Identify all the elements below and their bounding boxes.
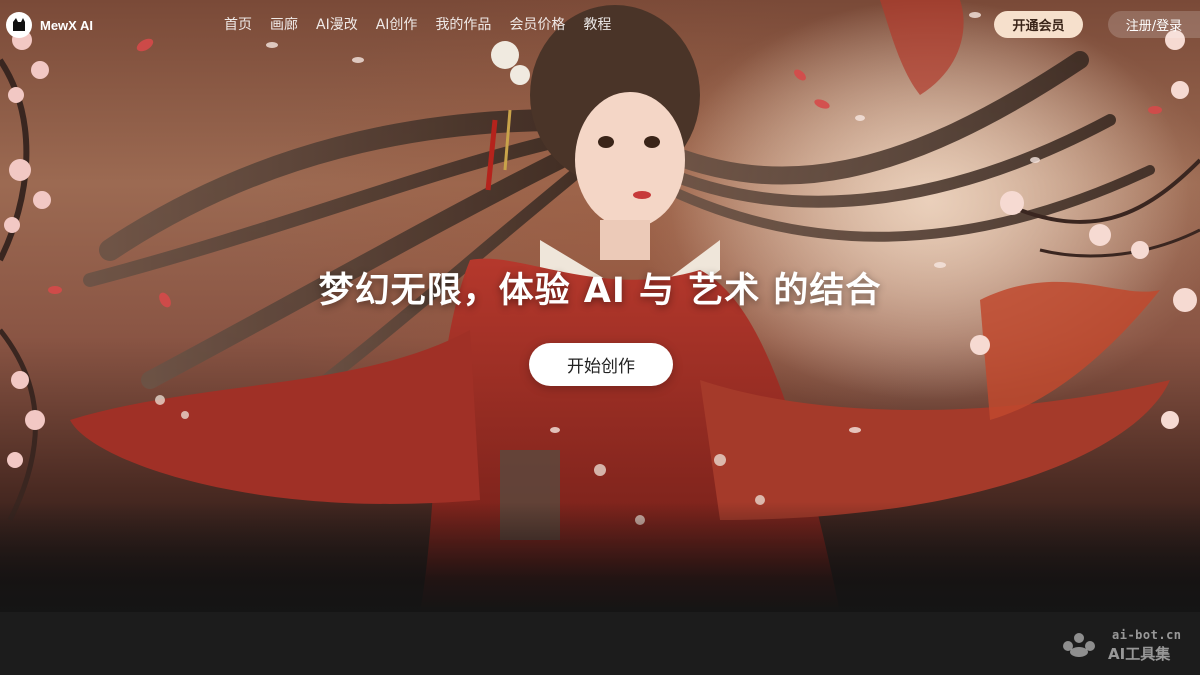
watermark-url: ai-bot.cn [1112,628,1182,642]
page: MewX AI 首页 画廊 AI漫改 AI创作 我的作品 会员价格 教程 开通会… [0,0,1200,675]
main-nav: 首页 画廊 AI漫改 AI创作 我的作品 会员价格 教程 [224,16,611,34]
nav-link-tutorial[interactable]: 教程 [583,16,611,34]
vip-subscribe-button[interactable]: 开通会员 [994,11,1083,38]
hero-headline: 梦幻无限，体验 AI 与 艺术 的结合 [318,271,882,311]
start-creating-button[interactable]: 开始创作 [529,343,673,386]
paw-logo-icon [1063,633,1095,657]
register-login-button[interactable]: 注册/登录 [1108,11,1200,38]
nav-link-home[interactable]: 首页 [224,16,252,34]
watermark-name: AI工具集 [1108,645,1171,663]
top-navbar: MewX AI 首页 画廊 AI漫改 AI创作 我的作品 会员价格 教程 开通会… [0,0,1200,52]
brand-logo[interactable]: MewX AI [6,12,93,38]
nav-link-my-works[interactable]: 我的作品 [435,16,491,34]
nav-link-ai-create[interactable]: AI创作 [376,16,418,34]
cat-logo-icon [6,12,32,38]
nav-link-gallery[interactable]: 画廊 [270,16,298,34]
brand-name: MewX AI [40,17,93,33]
nav-link-pricing[interactable]: 会员价格 [509,16,565,34]
site-watermark: ai-bot.cn AI工具集 [1058,628,1192,663]
nav-link-ai-comic[interactable]: AI漫改 [316,16,358,34]
hero-bottom-fade [0,502,1200,612]
